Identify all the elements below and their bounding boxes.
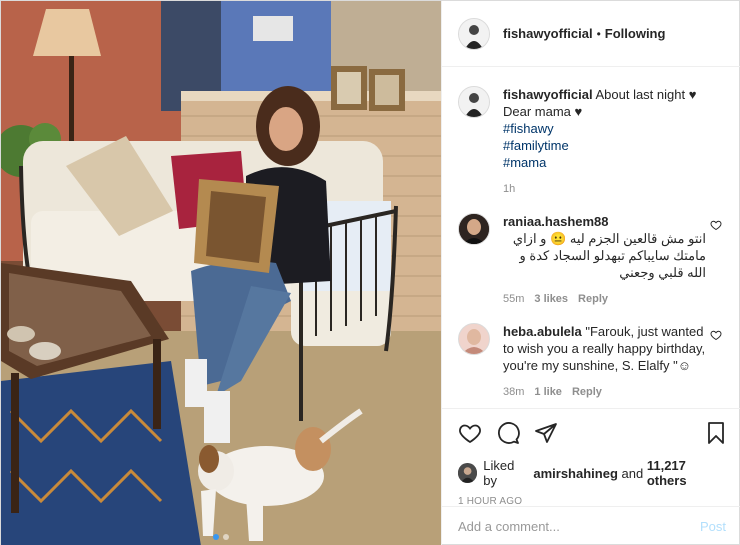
carousel-dot-1[interactable] [213,534,219,540]
commenter-avatar[interactable] [458,213,490,245]
caption-avatar[interactable] [458,86,490,118]
commenter-avatar[interactable] [458,323,490,355]
share-icon[interactable] [534,421,558,445]
carousel-dot-2[interactable] [223,534,229,540]
add-comment-bar: Post [442,506,740,545]
caption-age[interactable]: 1h [503,183,515,195]
action-bar [458,419,726,447]
living-room-photo [1,1,441,545]
liker-username[interactable]: amirshahineg [533,466,618,481]
author-username[interactable]: fishawyofficial [503,26,593,41]
comment-meta: 55m 3 likes Reply [503,293,706,305]
reply-button[interactable]: Reply [572,386,602,398]
person-silhouette-icon [459,87,489,117]
caption-text: fishawyofficial About last night ♥ Dear … [503,86,706,171]
comment-text: heba.abulela "Farouk, just wanted to wis… [503,323,706,374]
caption-username[interactable]: fishawyofficial [503,87,593,102]
likes-summary: Liked by amirshahineg and 11,217 others [458,458,726,488]
comment-likes[interactable]: 1 like [534,386,562,398]
header-separator: • [596,26,601,41]
person-photo-icon [459,324,489,354]
post-side-panel: fishawyofficial • Following fishawyoffic… [441,1,740,545]
likes-others[interactable]: 11,217 others [647,458,726,488]
comment-meta: 38m 1 like Reply [503,386,706,398]
caption-meta: 1h [503,183,706,195]
comment-input[interactable] [458,519,700,534]
reply-button[interactable]: Reply [578,293,608,305]
comment-body: raniaa.hashem88 انتو مش قالعين الجزم ليه… [503,213,726,305]
person-silhouette-icon [458,463,478,483]
commenter-username[interactable]: heba.abulela [503,324,582,339]
heart-icon[interactable] [710,329,722,341]
heart-icon[interactable] [458,421,482,445]
post-comment-button[interactable]: Post [700,519,726,534]
post-photo[interactable] [1,1,441,545]
hashtag-mama[interactable]: #mama [503,155,546,170]
author-avatar[interactable] [458,17,490,50]
comment-age[interactable]: 38m [503,386,524,398]
person-photo-icon [459,214,489,244]
caption-body: fishawyofficial About last night ♥ Dear … [503,86,726,195]
carousel-indicator [1,534,441,540]
follow-status-button[interactable]: Following [605,26,666,41]
comment-text: raniaa.hashem88 انتو مش قالعين الجزم ليه… [503,213,706,281]
comments-list[interactable]: fishawyofficial About last night ♥ Dear … [442,68,740,408]
comment-body: heba.abulela "Farouk, just wanted to wis… [503,323,726,398]
bookmark-icon[interactable] [704,421,728,445]
comment-likes[interactable]: 3 likes [534,293,568,305]
comment-item: heba.abulela "Farouk, just wanted to wis… [458,323,726,398]
comment-age[interactable]: 55m [503,293,524,305]
comment-item: raniaa.hashem88 انتو مش قالعين الجزم ليه… [458,213,726,305]
hashtag-familytime[interactable]: #familytime [503,138,569,153]
commenter-username[interactable]: raniaa.hashem88 [503,214,609,229]
likes-prefix: Liked by [483,458,515,488]
comment-message: انتو مش قالعين الجزم ليه 😐 و ازاي مامتك … [512,231,706,280]
heart-icon[interactable] [710,219,722,231]
comment-icon[interactable] [496,421,520,445]
hashtag-fishawy[interactable]: #fishawy [503,121,554,136]
instagram-post: fishawyofficial • Following fishawyoffic… [0,0,740,545]
post-header: fishawyofficial • Following [442,1,740,67]
post-actions: Liked by amirshahineg and 11,217 others … [442,408,740,507]
liker-avatar[interactable] [458,463,478,483]
caption: fishawyofficial About last night ♥ Dear … [458,86,726,195]
likes-joiner: and [621,465,644,481]
person-silhouette-icon [459,18,489,49]
